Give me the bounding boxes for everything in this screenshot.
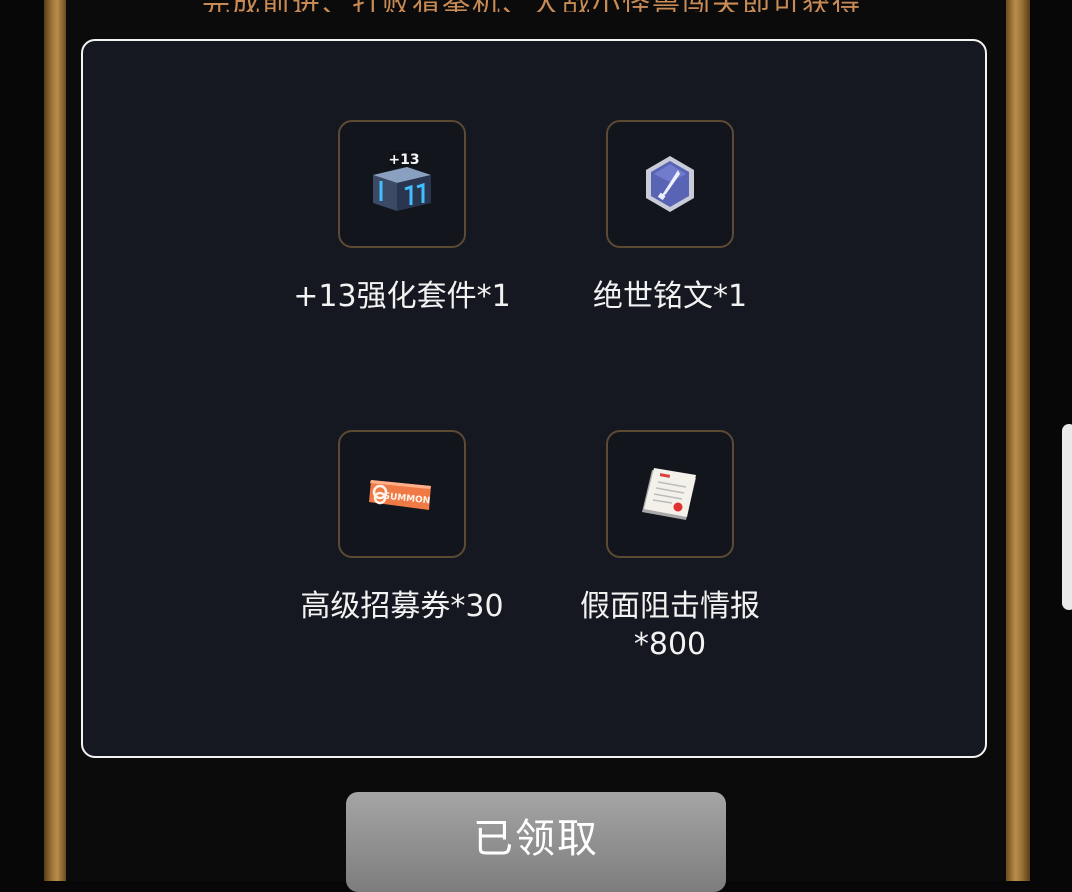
inscription-gem-icon xyxy=(646,156,694,212)
side-scroll-handle[interactable] xyxy=(1062,424,1072,610)
reward-slot[interactable] xyxy=(606,430,734,558)
reward-item[interactable]: SUMMON 高级招募券*30 xyxy=(252,430,552,626)
reward-label: 绝世铭文*1 xyxy=(592,279,748,314)
reward-slot[interactable]: +13 xyxy=(338,120,466,248)
enhancement-kit-icon: +13 xyxy=(373,151,431,211)
reward-box: +13 +13强化套件*1 绝世铭文*1 SUMMON 高级招募券*30 假面阻… xyxy=(81,39,987,758)
reward-item[interactable]: 绝世铭文*1 xyxy=(520,120,820,316)
summon-ticket-icon: SUMMON xyxy=(369,480,431,510)
intel-document-icon xyxy=(642,468,696,520)
reward-label: 高级招募券*30 xyxy=(300,589,504,624)
reward-label: +13强化套件*1 xyxy=(293,279,511,314)
reward-item[interactable]: +13 +13强化套件*1 xyxy=(252,120,552,316)
header-description: 完成前进、打败猜拳机、大战小怪兽闯关即可获得 xyxy=(92,0,972,12)
frame-right-border xyxy=(1006,0,1030,881)
enhancement-badge: +13 xyxy=(388,152,419,168)
reward-slot[interactable]: SUMMON xyxy=(338,430,466,558)
reward-label: 假面阻击情报*800 xyxy=(580,589,760,662)
frame-left-border xyxy=(44,0,66,881)
reward-item[interactable]: 假面阻击情报*800 xyxy=(520,430,820,664)
claimed-button[interactable]: 已领取 xyxy=(346,792,726,892)
reward-slot[interactable] xyxy=(606,120,734,248)
